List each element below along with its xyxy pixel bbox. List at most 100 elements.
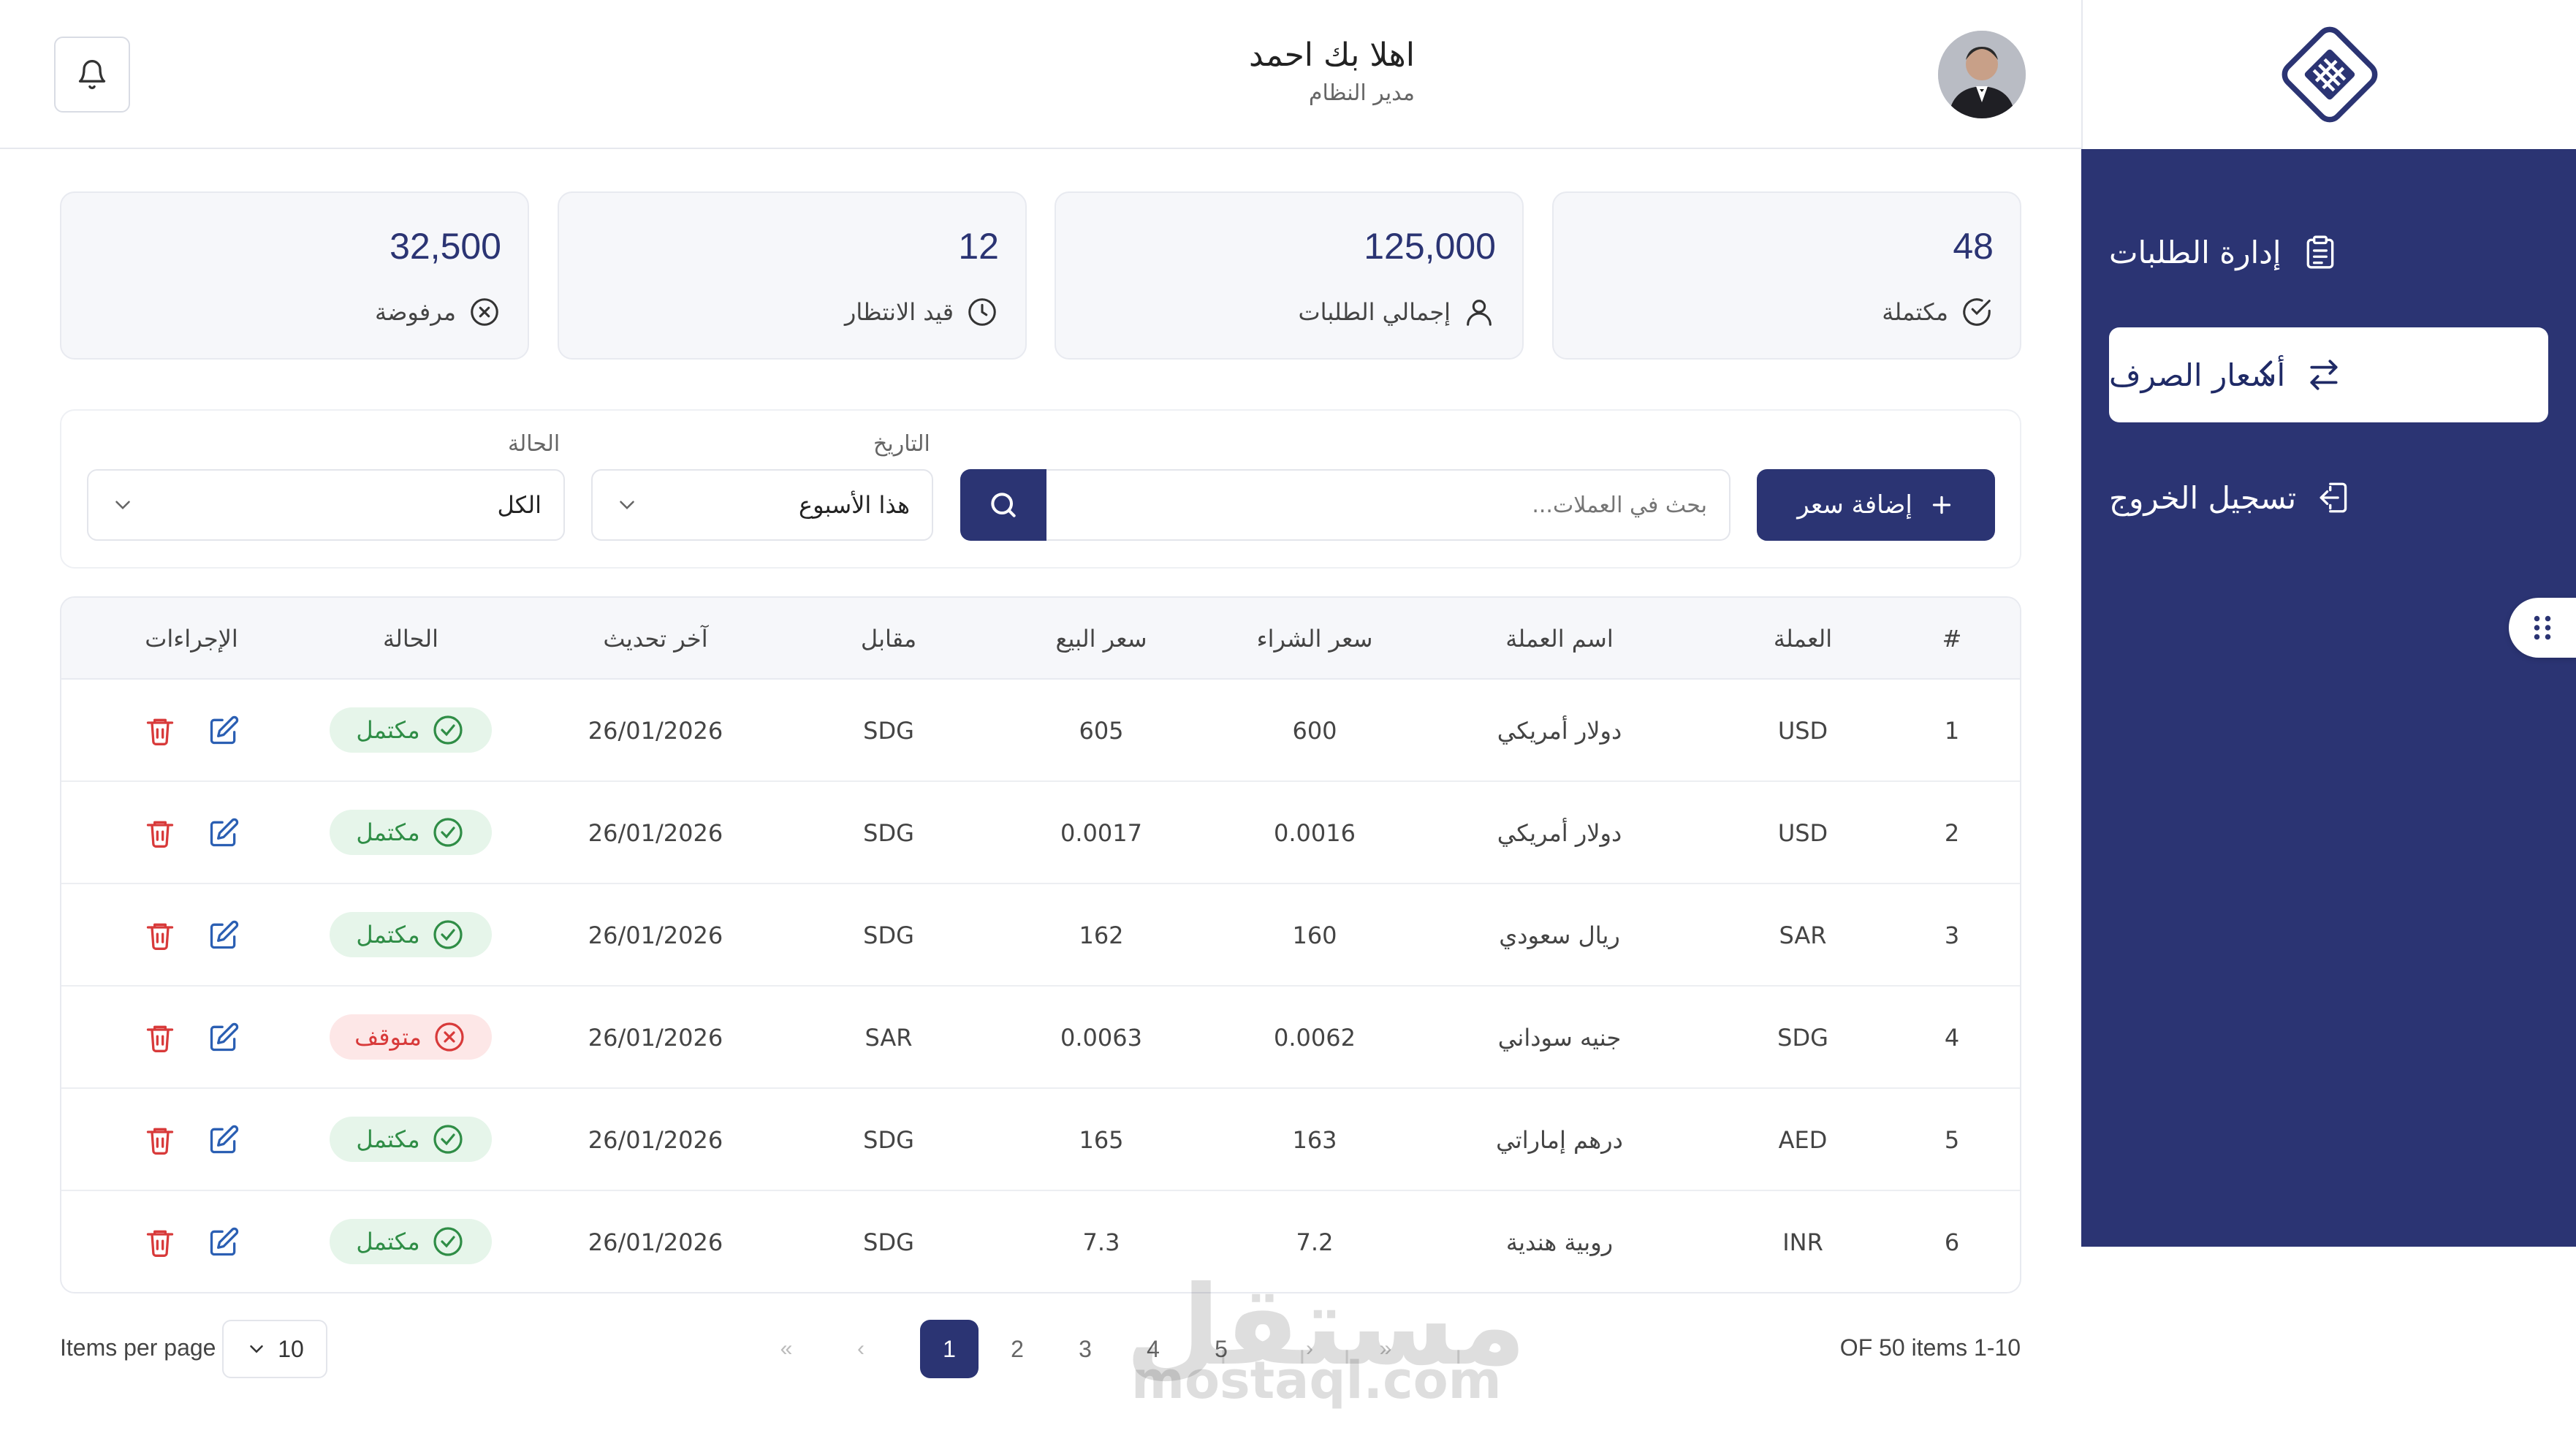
edit-button[interactable]	[205, 712, 243, 750]
delete-button[interactable]	[141, 712, 179, 750]
first-page-button[interactable]: «	[757, 1320, 816, 1378]
chevron-down-icon	[115, 501, 130, 510]
table-row: 3 SAR ريال سعودي 160 162 SDG 26/01/2026 مكتمل	[61, 884, 2020, 987]
status-badge: متوقف	[330, 1014, 492, 1060]
edit-button[interactable]	[205, 814, 243, 852]
stat-label-row: قيد الانتظار	[845, 295, 999, 329]
prev-page-button[interactable]: ‹	[832, 1320, 890, 1378]
table-row: 4 SDG جنيه سوداني 0.0062 0.0063 SAR 26/01/2026…	[61, 987, 2020, 1089]
sidebar-item-exchange-rates[interactable]: أسعار الصرف	[2109, 327, 2548, 422]
currency-code: SAR	[1779, 922, 1827, 949]
counter-currency: SDG	[863, 819, 914, 847]
watermark-latin: mostaql.com	[1131, 1350, 1502, 1410]
rates-table: # العملة اسم العملة سعر الشراء سعر البيع…	[60, 596, 2021, 1293]
last-updated: 26/01/2026	[588, 819, 723, 847]
page-button-3[interactable]: 3	[1056, 1320, 1114, 1378]
stat-label-row: إجمالي الطلبات	[1298, 295, 1496, 329]
items-per-page-label: Items per page	[60, 1334, 216, 1361]
brand-logo-icon	[2281, 26, 2377, 123]
clipboard-icon	[2306, 235, 2333, 269]
page-button-2[interactable]: 2	[988, 1320, 1046, 1378]
status-filter-select[interactable]: الكل	[87, 469, 565, 541]
items-per-page-select[interactable]: 10	[222, 1320, 327, 1378]
table-row: 1 USD دولار أمريكي 600 605 SDG 26/01/2026 مكتمل	[61, 680, 2020, 782]
buy-price: 0.0016	[1274, 819, 1356, 847]
status-badge: مكتمل	[330, 707, 492, 753]
check-circle-icon	[433, 1125, 463, 1154]
search-input[interactable]	[1044, 469, 1730, 541]
delete-button[interactable]	[141, 916, 179, 954]
table-header: # العملة اسم العملة سعر الشراء سعر البيع…	[61, 598, 2020, 680]
add-rate-button[interactable]: إضافة سعر	[1757, 469, 1995, 541]
row-number: 4	[1944, 1024, 1960, 1052]
search-button[interactable]	[960, 469, 1046, 541]
counter-currency: SAR	[865, 1024, 913, 1052]
delete-button[interactable]	[141, 1223, 179, 1261]
user-icon	[1467, 300, 1492, 326]
x-circle-icon	[471, 298, 498, 326]
status-text: مكتمل	[356, 921, 420, 949]
sidebar-toggle-handle[interactable]	[2509, 598, 2576, 658]
delete-button[interactable]	[141, 814, 179, 852]
column-header: اسم العملة	[1505, 625, 1614, 653]
edit-button[interactable]	[205, 1223, 243, 1261]
trash-icon	[146, 1025, 174, 1052]
status-text: مكتمل	[356, 1125, 420, 1153]
add-rate-label: إضافة سعر	[1797, 490, 1912, 520]
sidebar-item-label: إدارة الطلبات	[2109, 234, 2281, 270]
status-text: متوقف	[354, 1023, 422, 1051]
status-badge: مكتمل	[330, 1219, 492, 1264]
row-number: 3	[1944, 922, 1960, 949]
row-number: 2	[1944, 819, 1960, 847]
column-header: #	[1942, 625, 1962, 653]
edit-button[interactable]	[205, 1121, 243, 1159]
stat-card-rejected: 32,500 مرفوضة	[60, 191, 529, 360]
stat-value: 12	[958, 226, 999, 267]
search-icon	[991, 493, 1016, 517]
page-button-1[interactable]: 1	[920, 1320, 979, 1378]
counter-currency: SDG	[863, 1228, 914, 1256]
currency-name: دولار أمريكي	[1497, 717, 1622, 745]
last-updated: 26/01/2026	[588, 1228, 723, 1256]
counter-currency: SDG	[863, 717, 914, 745]
sell-price: 162	[1079, 922, 1124, 949]
edit-icon	[210, 920, 239, 949]
stat-value: 32,500	[390, 226, 501, 267]
sidebar: إدارة الطلبات أسعار الصرف تسجيل الخروج	[2081, 149, 2576, 1247]
delete-button[interactable]	[141, 1121, 179, 1159]
status-text: مكتمل	[356, 1228, 420, 1255]
edit-button[interactable]	[205, 916, 243, 954]
column-header: الحالة	[383, 625, 438, 653]
column-header: سعر البيع	[1055, 625, 1147, 653]
edit-button[interactable]	[205, 1019, 243, 1057]
trash-icon	[146, 821, 174, 848]
logout-icon	[2319, 482, 2347, 513]
currency-code: SDG	[1777, 1024, 1828, 1052]
delete-button[interactable]	[141, 1019, 179, 1057]
stat-card-total-orders: 125,000 إجمالي الطلبات	[1055, 191, 1524, 360]
sidebar-item-logout[interactable]: تسجيل الخروج	[2109, 450, 2548, 545]
status-filter-label: الحالة	[508, 431, 561, 457]
sidebar-item-orders[interactable]: إدارة الطلبات	[2109, 205, 2548, 300]
sidebar-item-label: تسجيل الخروج	[2109, 479, 2297, 516]
status-badge: مكتمل	[330, 810, 492, 855]
user-role: مدير النظام	[1308, 80, 1415, 106]
exchange-icon	[2310, 360, 2338, 390]
last-updated: 26/01/2026	[588, 922, 723, 949]
sell-price: 0.0017	[1060, 819, 1142, 847]
column-header: سعر الشراء	[1256, 625, 1373, 653]
notifications-button[interactable]	[54, 37, 130, 113]
check-circle-icon	[433, 715, 463, 745]
last-updated: 26/01/2026	[588, 717, 723, 745]
items-per-page-value: 10	[278, 1335, 304, 1362]
drag-handle-icon	[2534, 615, 2551, 640]
stat-label: قيد الانتظار	[844, 298, 954, 326]
avatar[interactable]	[1938, 31, 2026, 118]
buy-price: 160	[1292, 922, 1337, 949]
stat-label-row: مكتملة	[1882, 295, 1994, 329]
trash-icon	[146, 923, 174, 950]
currency-name: جنيه سوداني	[1497, 1024, 1622, 1052]
date-filter-select[interactable]: هذا الأسبوع	[591, 469, 933, 541]
check-circle-icon	[433, 920, 463, 949]
counter-currency: SDG	[863, 1126, 914, 1154]
